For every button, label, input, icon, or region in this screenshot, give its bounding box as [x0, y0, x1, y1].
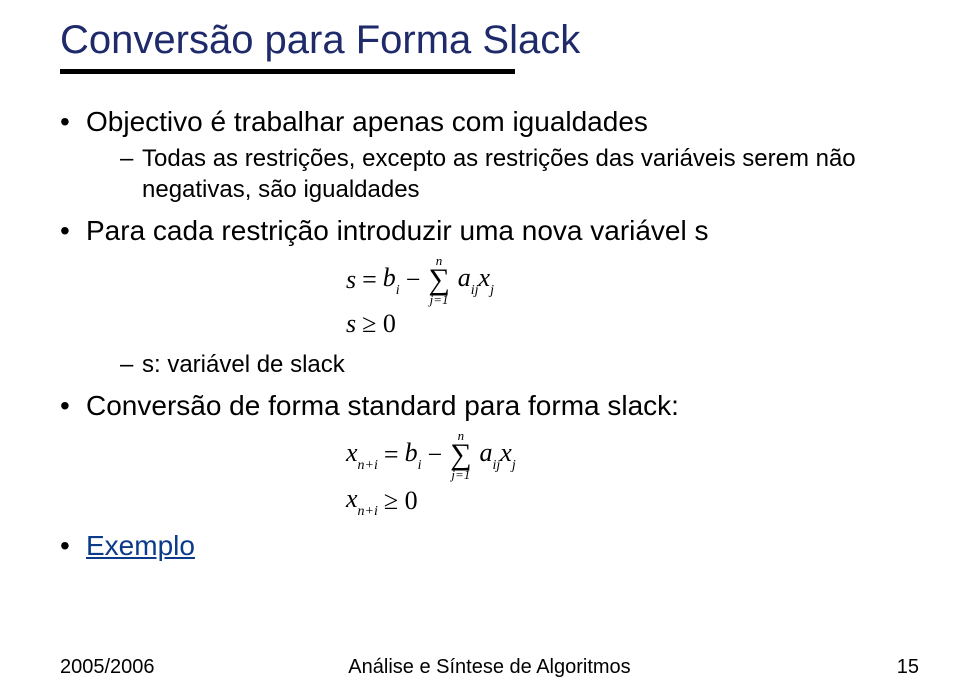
eq2-line2: xn+i ≥ 0 [346, 485, 919, 518]
sum-symbol-2: n ∑ j=1 [450, 429, 471, 481]
eq-minus: − [406, 266, 421, 295]
eq2-line1: xn+i = bi − n ∑ j=1 aijxj [346, 429, 919, 481]
bullet-1-text: Objectivo é trabalhar apenas com igualda… [86, 106, 648, 137]
eq-var-x2: x [346, 438, 358, 467]
eq-sub-ni: n+i [358, 458, 378, 473]
eq-sub-ij2: ij [493, 458, 501, 473]
equation-block-1: s = bi − n ∑ j=1 aijxj s [346, 254, 919, 339]
eq-ge0-1: ≥ 0 [362, 310, 396, 339]
bullet-4: Exemplo [60, 528, 919, 563]
sum-bot-j1-2: j=1 [451, 468, 470, 481]
equation-block-2: xn+i = bi − n ∑ j=1 aijxj [346, 429, 919, 518]
eq-var-s: s [346, 266, 356, 295]
eq-var-x: x [479, 263, 491, 292]
bullet-2-text: Para cada restrição introduzir uma nova … [86, 215, 709, 246]
eq-var-a2: a [480, 438, 493, 467]
example-link[interactable]: Exemplo [86, 530, 195, 561]
eq-var-b2: b [405, 438, 418, 467]
footer-bar: 2005/2006 Análise e Síntese de Algoritmo… [60, 656, 919, 679]
eq-equals: = [362, 266, 377, 295]
bullet-1: Objectivo é trabalhar apenas com igualda… [60, 104, 919, 205]
eq1-line2: s ≥ 0 [346, 310, 919, 339]
title-underline [60, 69, 515, 74]
eq-sub-ni2: n+i [358, 504, 378, 519]
bullet-1-sub-1: Todas as restrições, excepto as restriçõ… [120, 143, 919, 205]
eq-sub-i2: i [418, 458, 422, 473]
footer-center: Análise e Síntese de Algoritmos [60, 656, 919, 679]
sum-symbol-1: n ∑ j=1 [428, 254, 449, 306]
eq-var-s2: s [346, 310, 356, 339]
page-title: Conversão para Forma Slack [60, 18, 919, 63]
sum-bot-j1: j=1 [430, 293, 449, 306]
eq-minus-2: − [427, 441, 442, 470]
eq-sub-j2: j [512, 458, 516, 473]
sigma-icon-2: ∑ [450, 440, 471, 470]
eq-var-x4: x [346, 484, 358, 513]
eq-var-a: a [458, 263, 471, 292]
eq1-line1: s = bi − n ∑ j=1 aijxj [346, 254, 919, 306]
bullet-2: Para cada restrição introduzir uma nova … [60, 213, 919, 380]
sigma-icon: ∑ [428, 265, 449, 295]
bullet-3: Conversão de forma standard para forma s… [60, 388, 919, 518]
eq-sub-i: i [396, 283, 400, 298]
bullet-list: Objectivo é trabalhar apenas com igualda… [60, 104, 919, 563]
eq-var-x3: x [500, 438, 512, 467]
bullet-3-text: Conversão de forma standard para forma s… [86, 390, 679, 421]
eq-sub-j: j [490, 283, 494, 298]
eq-ge0-2: ≥ 0 [384, 487, 418, 516]
bullet-2-sub-1: s: variável de slack [120, 349, 919, 380]
eq-var-b: b [383, 263, 396, 292]
eq-equals-2: = [384, 441, 399, 470]
eq-sub-ij: ij [471, 283, 479, 298]
